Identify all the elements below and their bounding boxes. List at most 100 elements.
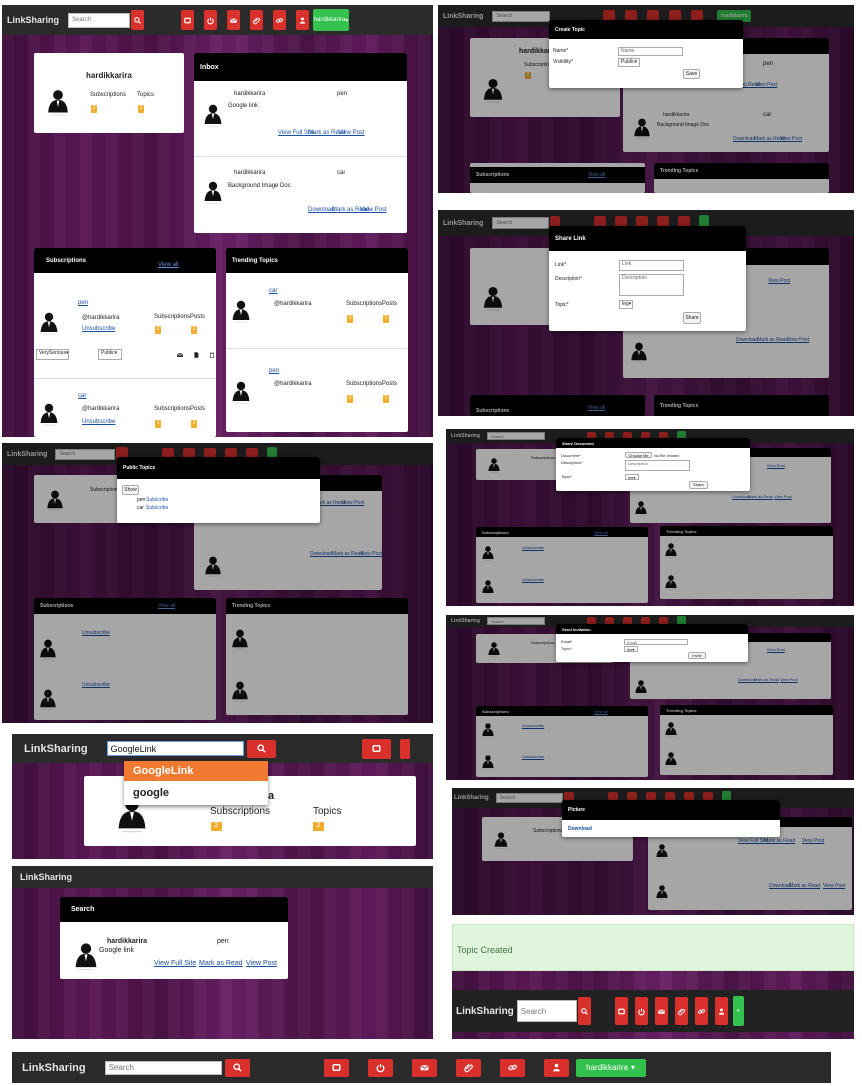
description-textarea[interactable]: Description [619, 274, 684, 296]
trending-topic-link[interactable]: pen [269, 368, 279, 374]
unsubscribe-link[interactable]: Unsubscribe [82, 419, 115, 425]
visibility-select[interactable]: Public▾ [98, 349, 122, 360]
share-link-button[interactable] [694, 997, 708, 1025]
user-menu-dropdown[interactable]: ▾ [732, 996, 744, 1026]
user-menu-dropdown[interactable]: hardikkarira ▾ [575, 1058, 646, 1077]
post-topic[interactable]: car [337, 170, 345, 176]
post-author[interactable]: hardikkarira [107, 938, 147, 945]
send-invitation-button[interactable] [227, 10, 241, 30]
topic-select[interactable]: leg▾ [619, 300, 633, 309]
user-avatar[interactable] [37, 391, 61, 437]
search-input[interactable]: Search [68, 12, 131, 28]
trending-topic-link[interactable]: car [269, 288, 277, 294]
brand-logo[interactable]: LinkSharing [24, 743, 88, 755]
download-link[interactable]: Download [308, 207, 335, 213]
save-button[interactable]: Save [683, 69, 700, 79]
user-avatar[interactable] [229, 369, 253, 415]
download-link[interactable]: Download [568, 826, 592, 832]
view-all-link[interactable]: View all [158, 262, 179, 268]
user-avatar[interactable] [229, 288, 253, 334]
public-topic-name: car [137, 505, 144, 511]
document-icon[interactable] [192, 351, 200, 359]
search-button[interactable] [224, 1058, 250, 1077]
create-topic-modal: Create Topic Name* Name Visibility* Publ… [549, 20, 743, 88]
share-document-button[interactable] [674, 997, 688, 1025]
post-topic[interactable]: pen [217, 938, 229, 945]
autocomplete-dropdown: GoogleLink google [124, 761, 268, 805]
send-invitation-panel: LinkSharing Search Subscriptions View Po… [446, 615, 854, 780]
topic-name-input[interactable]: Name [618, 47, 683, 56]
share-document-button[interactable] [455, 1058, 481, 1077]
share-link-button[interactable] [273, 10, 287, 30]
brand-logo[interactable]: LinkSharing [20, 872, 72, 882]
profile-button[interactable] [714, 997, 728, 1025]
profile-name[interactable]: hardikkarira [86, 71, 132, 80]
brand-logo[interactable]: LinkSharing [22, 1062, 86, 1074]
share-button[interactable]: Share [683, 312, 701, 324]
profile-button[interactable] [296, 10, 310, 30]
profile-button[interactable] [543, 1058, 569, 1077]
email-input[interactable]: Email [624, 639, 688, 645]
user-menu-dropdown[interactable]: hardikkarira ▾ [313, 9, 350, 31]
user-avatar[interactable] [44, 85, 72, 119]
trash-icon[interactable] [208, 351, 216, 359]
send-invitation-button[interactable] [654, 997, 668, 1025]
share-button[interactable]: Share [689, 481, 708, 489]
share-document-modal: Share Document Document* Choose file No … [556, 438, 750, 491]
post-author[interactable]: hardikkarira [234, 91, 265, 97]
subscription-topic-link[interactable]: car [78, 393, 86, 399]
public-topics-button[interactable] [367, 1058, 393, 1077]
user-avatar[interactable] [71, 939, 101, 973]
autocomplete-option[interactable]: GoogleLink [124, 761, 268, 781]
create-topic-button[interactable] [181, 10, 195, 30]
topics-label: Topics [313, 806, 342, 817]
user-avatar[interactable] [201, 95, 225, 135]
post-topic[interactable]: pen [337, 91, 347, 97]
modal-header: Picture [562, 800, 780, 820]
send-invitation-button[interactable] [411, 1058, 437, 1077]
view-post-link[interactable]: View Post [338, 130, 365, 136]
search-button[interactable] [577, 997, 591, 1025]
description-textarea[interactable]: Description [625, 460, 690, 471]
view-full-site-link[interactable]: View Full Site [154, 960, 196, 967]
share-document-button[interactable] [250, 10, 264, 30]
description-label: Description* [561, 460, 583, 465]
search-button[interactable] [131, 10, 145, 30]
share-link-button[interactable] [499, 1058, 525, 1077]
autocomplete-option[interactable]: google [124, 781, 268, 805]
search-button[interactable] [246, 739, 276, 758]
topic-select[interactable]: leg▾ [625, 474, 639, 480]
public-topics-button[interactable] [634, 997, 648, 1025]
envelope-icon[interactable] [176, 351, 184, 359]
brand-logo[interactable]: LinkSharing [7, 15, 59, 25]
user-avatar[interactable] [37, 300, 61, 346]
chevron-down-icon: ▾ [737, 1008, 740, 1014]
unsubscribe-link[interactable]: Unsubscribe [82, 326, 115, 332]
search-input[interactable]: Search [516, 1000, 577, 1022]
search-results-panel: LinkSharing Search hardikkarira pen Goog… [12, 866, 433, 1039]
seriousness-value: VerySerious [39, 350, 66, 356]
choose-file-button[interactable]: Choose file [625, 452, 652, 458]
subscription-topic-link[interactable]: pen [78, 300, 88, 306]
search-input[interactable]: Search [104, 1060, 222, 1075]
create-topic-button[interactable] [614, 997, 628, 1025]
brand-logo[interactable]: LinkSharing [456, 1006, 514, 1017]
public-topics-button[interactable] [399, 738, 410, 759]
search-input[interactable]: GoogleLink [106, 741, 244, 756]
show-button[interactable]: Show [122, 485, 139, 495]
user-avatar[interactable] [201, 172, 225, 212]
view-post-link[interactable]: View Post [360, 207, 387, 213]
subscribe-link[interactable]: Subscribe [146, 497, 168, 503]
visibility-select[interactable]: Public▾ [618, 58, 640, 67]
public-topics-button[interactable] [204, 10, 218, 30]
mark-as-read-link[interactable]: Mark as Read [199, 960, 243, 967]
invite-button[interactable]: Invite [688, 652, 706, 659]
view-post-link[interactable]: View Post [246, 960, 277, 967]
seriousness-select[interactable]: VerySerious▾ [36, 349, 69, 360]
subscribe-link[interactable]: Subscribe [146, 505, 168, 511]
create-topic-button[interactable] [323, 1058, 349, 1077]
post-author[interactable]: hardikkarira [234, 170, 265, 176]
create-topic-button[interactable] [361, 738, 391, 759]
topic-select[interactable]: leg▾ [624, 646, 638, 652]
link-input[interactable]: Link [619, 260, 684, 271]
